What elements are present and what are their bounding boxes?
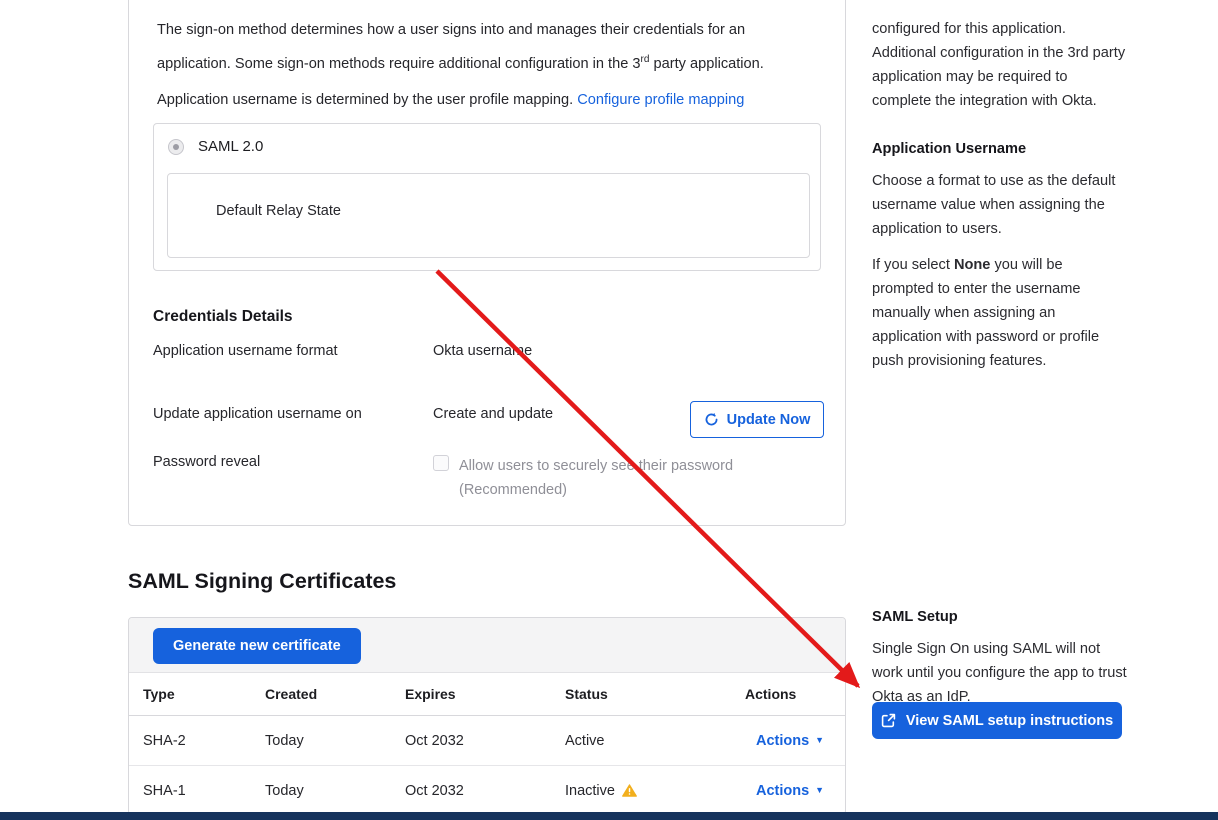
sign-on-methods-card: The sign-on method determines how a user… [128, 0, 846, 526]
actions-dropdown[interactable]: Actions ▼ [756, 783, 845, 799]
default-relay-state-label: Default Relay State [216, 203, 341, 219]
certificates-toolbar: Generate new certificate [129, 618, 845, 673]
saml-setup-paragraph: Single Sign On using SAML will not work … [872, 637, 1128, 709]
default-relay-state-box: Default Relay State [167, 173, 810, 258]
help-sidebar: configured for this application. Additio… [872, 0, 1128, 820]
refresh-icon [704, 412, 719, 427]
update-now-button[interactable]: Update Now [690, 401, 824, 438]
password-reveal-description: Allow users to securely see their passwo… [459, 454, 775, 502]
username-mapping-line: Application username is determined by th… [157, 85, 813, 115]
cert-expires: Oct 2032 [405, 733, 565, 749]
cert-status-text: Active [565, 733, 605, 749]
select-none-after: you will be prompted to enter the userna… [872, 257, 1099, 369]
actions-dropdown[interactable]: Actions ▼ [756, 733, 845, 749]
username-format-label: Application username format [153, 343, 338, 359]
window-edge-bar [0, 812, 1218, 820]
saml-radio-row[interactable]: SAML 2.0 [168, 138, 263, 155]
username-format-value: Okta username [433, 343, 532, 359]
saml-method-box: SAML 2.0 Default Relay State [153, 123, 821, 271]
cert-created: Today [265, 783, 405, 799]
actions-label: Actions [756, 733, 809, 749]
username-mapping-text: Application username is determined by th… [157, 92, 577, 108]
saml-setup-button-label: View SAML setup instructions [906, 713, 1113, 729]
select-none-before: If you select [872, 257, 954, 273]
configure-profile-mapping-link[interactable]: Configure profile mapping [577, 92, 744, 108]
password-reveal-label: Password reveal [153, 454, 260, 470]
col-type: Type [143, 686, 265, 702]
saml-signing-certificates-heading: SAML Signing Certificates [128, 569, 396, 594]
update-now-label: Update Now [727, 412, 811, 428]
col-expires: Expires [405, 686, 565, 702]
select-none-bold: None [954, 257, 990, 273]
external-link-icon [881, 713, 896, 728]
saml-radio-label: SAML 2.0 [198, 138, 263, 155]
select-none-paragraph: If you select None you will be prompted … [872, 253, 1128, 373]
certificates-table-header: Type Created Expires Status Actions [129, 673, 845, 716]
application-username-paragraph: Choose a format to use as the default us… [872, 169, 1128, 241]
cert-status-text: Inactive [565, 783, 615, 799]
col-actions: Actions [745, 686, 845, 702]
caret-down-icon: ▼ [815, 786, 824, 795]
sign-on-intro: The sign-on method determines how a user… [157, 15, 813, 115]
certificates-table-card: Generate new certificate Type Created Ex… [128, 617, 846, 815]
view-saml-setup-instructions-button[interactable]: View SAML setup instructions [872, 702, 1122, 739]
update-username-on-label: Update application username on [153, 406, 362, 422]
warning-triangle-icon [622, 784, 637, 797]
cert-type: SHA-1 [143, 783, 265, 799]
password-reveal-checkbox[interactable] [433, 455, 449, 471]
cert-expires: Oct 2032 [405, 783, 565, 799]
col-created: Created [265, 686, 405, 702]
cert-type: SHA-2 [143, 733, 265, 749]
generate-new-certificate-button[interactable]: Generate new certificate [153, 628, 361, 664]
credentials-details-heading: Credentials Details [153, 308, 293, 326]
caret-down-icon: ▼ [815, 736, 824, 745]
sign-on-description: The sign-on method determines how a user… [157, 15, 813, 79]
application-username-heading: Application Username [872, 137, 1128, 161]
cert-created: Today [265, 733, 405, 749]
sidebar-top-paragraph: configured for this application. Additio… [872, 17, 1128, 113]
saml-radio-button[interactable] [168, 139, 184, 155]
table-row: SHA-2 Today Oct 2032 Active Actions ▼ [129, 716, 845, 766]
actions-label: Actions [756, 783, 809, 799]
cert-status: Inactive [565, 783, 745, 799]
table-row: SHA-1 Today Oct 2032 Inactive Actions ▼ [129, 766, 845, 815]
update-username-on-value: Create and update [433, 406, 553, 422]
cert-status: Active [565, 733, 745, 749]
col-status: Status [565, 686, 745, 702]
saml-setup-heading: SAML Setup [872, 605, 1128, 629]
sign-on-description-tail: party application. [649, 56, 763, 72]
